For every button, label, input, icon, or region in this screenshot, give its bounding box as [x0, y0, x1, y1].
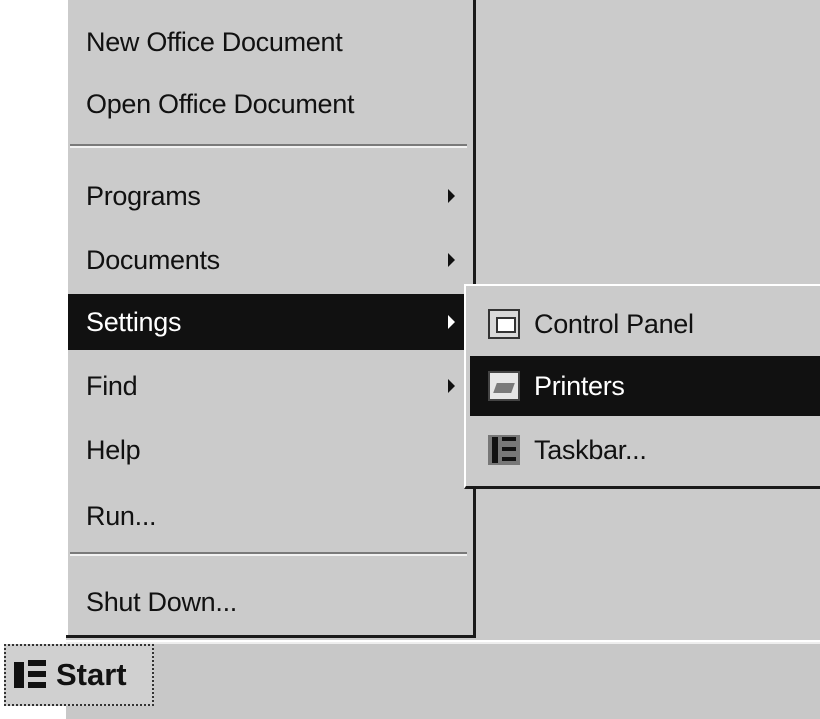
submenu-item-label: Printers — [534, 370, 625, 401]
menu-item-label: Documents — [86, 244, 220, 275]
submenu-arrow-icon — [448, 379, 455, 393]
settings-submenu: Control Panel Printers Taskbar... — [464, 284, 820, 489]
submenu-arrow-icon — [448, 253, 455, 267]
submenu-item-taskbar[interactable]: Taskbar... — [470, 420, 820, 480]
submenu-item-control-panel[interactable]: Control Panel — [470, 294, 820, 354]
menu-item-open-office-document[interactable]: Open Office Document — [68, 76, 473, 132]
start-button-label: Start — [56, 657, 127, 692]
menu-item-label: New Office Document — [86, 26, 343, 57]
menu-item-new-office-document[interactable]: New Office Document — [68, 14, 473, 70]
submenu-item-label: Control Panel — [534, 308, 694, 339]
menu-item-label: Run... — [86, 500, 157, 531]
menu-item-programs[interactable]: Programs — [68, 168, 473, 224]
taskbar: Start — [0, 640, 820, 719]
menu-item-label: Shut Down... — [86, 586, 237, 617]
start-button[interactable]: Start — [4, 644, 154, 706]
menu-item-find[interactable]: Find — [68, 358, 473, 414]
menu-item-label: Find — [86, 370, 138, 401]
menu-item-label: Programs — [86, 180, 201, 211]
submenu-item-label: Taskbar... — [534, 434, 647, 465]
taskbar-icon — [488, 435, 520, 465]
taskbar-background — [66, 642, 820, 719]
menu-item-documents[interactable]: Documents — [68, 232, 473, 288]
menu-item-shut-down[interactable]: Shut Down... — [68, 574, 473, 630]
menu-separator — [70, 144, 467, 148]
menu-separator — [70, 552, 467, 556]
submenu-item-printers[interactable]: Printers — [470, 356, 820, 416]
submenu-arrow-icon — [448, 315, 455, 329]
printers-icon — [488, 371, 520, 401]
menu-item-run[interactable]: Run... — [68, 488, 473, 544]
windows-logo-icon — [14, 658, 50, 692]
submenu-arrow-icon — [448, 189, 455, 203]
control-panel-icon — [488, 309, 520, 339]
menu-item-label: Open Office Document — [86, 88, 355, 119]
start-menu: New Office Document Open Office Document… — [66, 0, 476, 638]
menu-item-label: Help — [86, 434, 141, 465]
menu-item-help[interactable]: Help — [68, 422, 473, 478]
menu-item-label: Settings — [86, 306, 182, 337]
menu-item-settings[interactable]: Settings — [68, 294, 473, 350]
